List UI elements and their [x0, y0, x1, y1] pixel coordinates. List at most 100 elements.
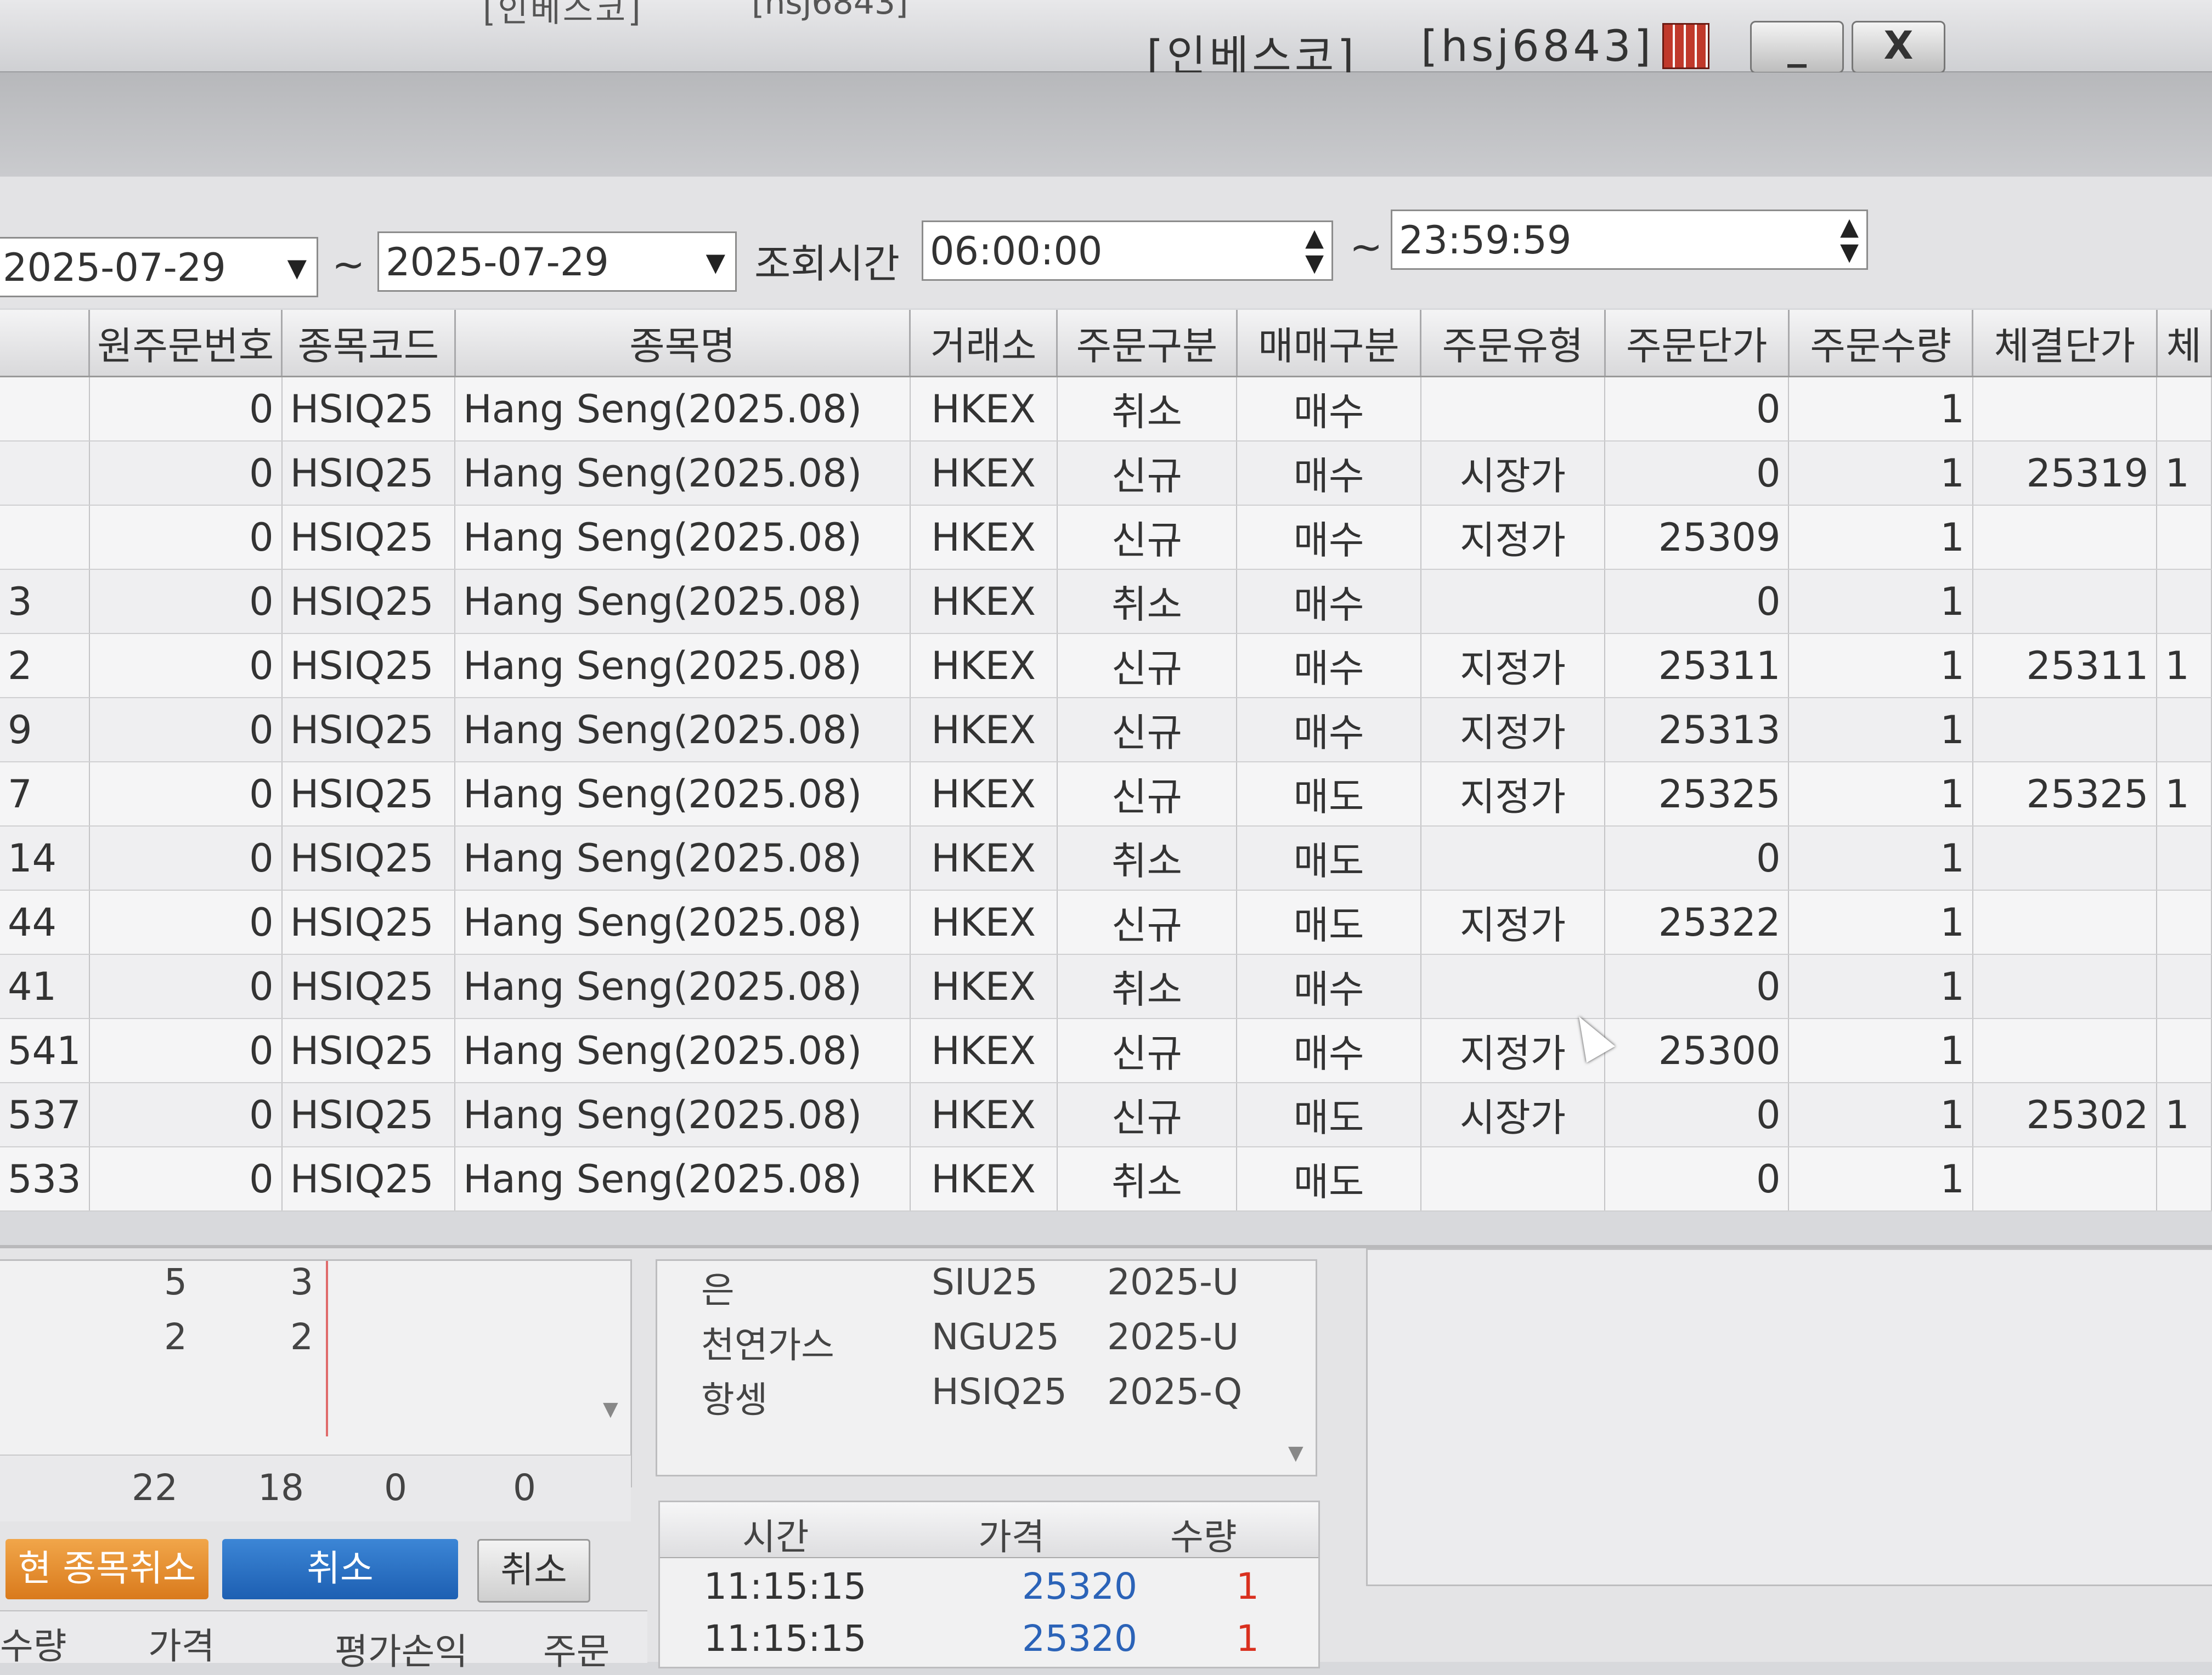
header-orig-order-no[interactable]: 원주문번호 — [89, 310, 283, 377]
cell-symbol-code: HSIQ25 — [281, 1147, 456, 1212]
cell-order-qty: 1 — [1788, 1083, 1973, 1147]
table-row[interactable]: 44 0 HSIQ25 Hang Seng(2025.08) HKEX 신규 매도 지정가 25… — [0, 890, 2212, 955]
cell-fill-price: 25325 — [1972, 762, 2158, 827]
header-order-qty[interactable]: 주문수량 — [1788, 310, 1974, 377]
red-divider — [326, 1261, 328, 1436]
date-from-dropdown[interactable]: 2025-07-29 ▼ — [0, 237, 318, 297]
tick-header-price: 가격 — [978, 1516, 1045, 1558]
cell-side: 매수 — [1237, 698, 1421, 762]
header-price-type[interactable]: 주문유형 — [1420, 310, 1606, 377]
total-cell: 0 — [513, 1467, 536, 1509]
cell-order-type: 신규 — [1057, 762, 1238, 827]
cell-symbol-code: HSIQ25 — [281, 954, 456, 1019]
symbol-month[interactable]: 2025-Q — [1107, 1371, 1242, 1413]
cell-side: 매도 — [1237, 826, 1421, 891]
cell-exchange: HKEX — [910, 441, 1058, 506]
cell-row-index: 533 — [0, 1147, 90, 1212]
cell-row-index: 9 — [0, 698, 90, 762]
cell-order-price: 0 — [1605, 954, 1790, 1019]
cell-order-type: 신규 — [1057, 441, 1238, 506]
cell-order-qty: 1 — [1788, 826, 1973, 891]
cell-fill-price — [1972, 954, 2158, 1019]
cell-symbol-name: Hang Seng(2025.08) — [455, 505, 911, 570]
time-to-spinner[interactable]: 23:59:59 ▲ ▼ — [1391, 210, 1868, 270]
symbol-month[interactable]: 2025-U — [1107, 1316, 1239, 1358]
table-row[interactable]: 41 0 HSIQ25 Hang Seng(2025.08) HKEX 취소 매수 0 1 — [0, 954, 2212, 1019]
header-exchange[interactable]: 거래소 — [910, 310, 1058, 377]
scroll-down-icon[interactable]: ▼ — [603, 1398, 618, 1421]
cell-order-qty: 1 — [1788, 698, 1973, 762]
cell-side: 매수 — [1237, 441, 1421, 506]
cell-symbol-name: Hang Seng(2025.08) — [455, 826, 911, 891]
table-row[interactable]: 0 HSIQ25 Hang Seng(2025.08) HKEX 취소 매수 0 1 — [0, 376, 2212, 442]
cell-symbol-name: Hang Seng(2025.08) — [455, 441, 911, 506]
table-row[interactable]: 0 HSIQ25 Hang Seng(2025.08) HKEX 신규 매수 시장가 0 1 25… — [0, 441, 2212, 506]
header-order-type[interactable]: 주문구분 — [1057, 310, 1238, 377]
table-row[interactable]: 541 0 HSIQ25 Hang Seng(2025.08) HKEX 신규 매수 지정가 2… — [0, 1018, 2212, 1083]
cancel-current-symbol-button[interactable]: 현 종목취소 — [5, 1539, 208, 1599]
cancel-button-secondary[interactable]: 취소 — [477, 1539, 590, 1603]
cell-exchange: HKEX — [910, 762, 1058, 827]
time-from-spinner[interactable]: 06:00:00 ▲ ▼ — [922, 220, 1333, 281]
cancel-button-primary[interactable]: 취소 — [222, 1539, 458, 1599]
table-header-row: 원주문번호 종목코드 종목명 거래소 주문구분 매매구분 주문유형 주문단가 주… — [0, 310, 2212, 377]
header-symbol-code[interactable]: 종목코드 — [281, 310, 456, 377]
cell-price-type: 지정가 — [1420, 505, 1606, 570]
cell-orig-order-no: 0 — [89, 441, 283, 506]
cell-fill-price — [1972, 505, 2158, 570]
footer-header-order: 주문 — [543, 1631, 610, 1673]
table-row[interactable]: 0 HSIQ25 Hang Seng(2025.08) HKEX 신규 매수 지정가 2530… — [0, 505, 2212, 570]
spin-arrows-icon[interactable]: ▲ ▼ — [1840, 214, 1859, 265]
cell-row-index: 537 — [0, 1083, 90, 1147]
table-row[interactable]: 3 0 HSIQ25 Hang Seng(2025.08) HKEX 취소 매수 0 1 — [0, 569, 2212, 634]
header-fill-price[interactable]: 체결단가 — [1972, 310, 2158, 377]
cell-symbol-name: Hang Seng(2025.08) — [455, 890, 911, 955]
symbol-code[interactable]: NGU25 — [932, 1316, 1059, 1358]
spin-arrows-icon[interactable]: ▲ ▼ — [1305, 225, 1324, 276]
header-symbol-name[interactable]: 종목명 — [455, 310, 911, 377]
tick-time: 11:15:15 — [704, 1617, 867, 1660]
cell-fill-qty — [2157, 1018, 2212, 1083]
cell-orig-order-no: 0 — [89, 505, 283, 570]
cell-symbol-name: Hang Seng(2025.08) — [455, 633, 911, 698]
tick-qty: 1 — [1236, 1617, 1259, 1660]
table-row[interactable]: 2 0 HSIQ25 Hang Seng(2025.08) HKEX 신규 매수 지정가 253… — [0, 633, 2212, 698]
symbol-month[interactable]: 2025-U — [1107, 1261, 1239, 1303]
header-order-price[interactable]: 주문단가 — [1605, 310, 1790, 377]
cell-order-price: 0 — [1605, 1083, 1790, 1147]
symbol-name[interactable]: 항셍 — [701, 1371, 768, 1423]
table-row[interactable]: 537 0 HSIQ25 Hang Seng(2025.08) HKEX 신규 매도 시장가 0… — [0, 1083, 2212, 1147]
cell-order-type: 취소 — [1057, 569, 1238, 634]
symbol-name[interactable]: 천연가스 — [701, 1316, 834, 1368]
cell-symbol-code: HSIQ25 — [281, 376, 456, 442]
time-tilde: ~ — [1350, 224, 1383, 270]
header-side[interactable]: 매매구분 — [1237, 310, 1422, 377]
cell-order-price: 0 — [1605, 569, 1790, 634]
cell-order-price: 25322 — [1605, 890, 1790, 955]
cell-orig-order-no: 0 — [89, 698, 283, 762]
symbol-code[interactable]: SIU25 — [932, 1261, 1038, 1303]
header-fill-qty[interactable]: 체 — [2157, 310, 2212, 377]
table-row[interactable]: 533 0 HSIQ25 Hang Seng(2025.08) HKEX 취소 매도 0 1 — [0, 1147, 2212, 1212]
symbol-code[interactable]: HSIQ25 — [932, 1371, 1067, 1413]
date-to-dropdown[interactable]: 2025-07-29 ▼ — [377, 231, 737, 292]
grid-menu-icon[interactable] — [1662, 23, 1709, 69]
cell-order-price: 25313 — [1605, 698, 1790, 762]
table-row[interactable]: 9 0 HSIQ25 Hang Seng(2025.08) HKEX 신규 매수 지정가 253… — [0, 698, 2212, 762]
cell-price-type: 지정가 — [1420, 633, 1606, 698]
scroll-down-icon[interactable]: ▼ — [1288, 1442, 1304, 1464]
cell-symbol-name: Hang Seng(2025.08) — [455, 1147, 911, 1212]
cell-fill-price — [1972, 890, 2158, 955]
cell-orig-order-no: 0 — [89, 633, 283, 698]
header-index — [0, 310, 91, 377]
cell-side: 매도 — [1237, 890, 1421, 955]
footer-header-qty: 수량 — [0, 1625, 67, 1667]
close-button[interactable]: X — [1852, 21, 1945, 73]
minimize-button[interactable]: _ — [1750, 21, 1844, 73]
table-row[interactable]: 14 0 HSIQ25 Hang Seng(2025.08) HKEX 취소 매도 0 1 — [0, 826, 2212, 891]
table-row[interactable]: 7 0 HSIQ25 Hang Seng(2025.08) HKEX 신규 매도 지정가 253… — [0, 762, 2212, 827]
cell-orig-order-no: 0 — [89, 569, 283, 634]
totals-row: 22 18 0 0 — [0, 1455, 631, 1521]
symbol-name[interactable]: 은 — [701, 1261, 735, 1314]
cell-order-qty: 1 — [1788, 1147, 1973, 1212]
